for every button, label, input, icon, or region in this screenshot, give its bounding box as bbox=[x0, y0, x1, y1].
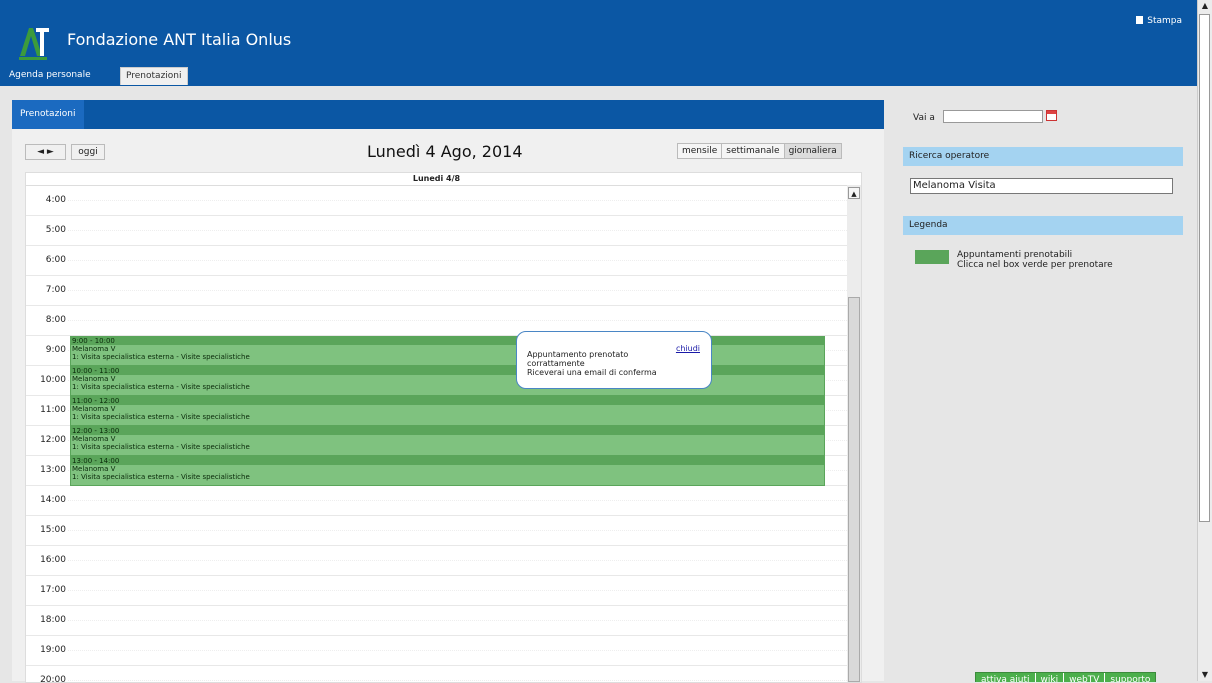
view-month-button[interactable]: mensile bbox=[678, 144, 723, 158]
view-switch: mensile settimanale giornaliera bbox=[677, 143, 842, 159]
hour-row[interactable]: 5:00 bbox=[26, 215, 847, 246]
goto-label: Vai a bbox=[913, 113, 935, 123]
hour-label: 15:00 bbox=[40, 525, 66, 535]
calendar-scrollbar-thumb[interactable] bbox=[848, 297, 860, 682]
date-title: Lunedì 4 Ago, 2014 bbox=[367, 142, 523, 161]
page-scrollbar[interactable]: ▲ ▼ bbox=[1197, 0, 1212, 681]
calendar-scroll-up-icon[interactable]: ▲ bbox=[848, 187, 860, 199]
hour-label: 16:00 bbox=[40, 555, 66, 565]
calendar-picker-icon[interactable] bbox=[1046, 110, 1057, 121]
hour-label: 10:00 bbox=[40, 375, 66, 385]
view-week-button[interactable]: settimanale bbox=[722, 144, 785, 158]
confirmation-popup: chiudi Appuntamento prenotato corrattame… bbox=[516, 331, 712, 389]
popup-line: corrattamente bbox=[527, 359, 585, 368]
half-hour-line bbox=[68, 560, 847, 561]
appointment-slot[interactable]: 13:00 - 14:00 Melanoma V 1: Visita special… bbox=[70, 456, 825, 486]
half-hour-line bbox=[68, 200, 847, 201]
tab-agenda-personale[interactable]: Agenda personale bbox=[4, 67, 96, 84]
hour-row[interactable]: 6:00 bbox=[26, 245, 847, 276]
scroll-down-icon[interactable]: ▼ bbox=[1198, 669, 1212, 681]
popup-line: Appuntamento prenotato bbox=[527, 350, 629, 359]
legend-title: Legenda bbox=[903, 216, 1183, 235]
hour-row[interactable]: 17:00 bbox=[26, 575, 847, 606]
appointment-description: 1: Visita specialistica esterna - Visite… bbox=[72, 443, 250, 451]
tab-prenotazioni[interactable]: Prenotazioni bbox=[120, 67, 188, 85]
popup-close-link[interactable]: chiudi bbox=[676, 344, 700, 353]
hour-row[interactable]: 19:00 bbox=[26, 635, 847, 666]
popup-line: Riceverai una email di conferma bbox=[527, 368, 657, 377]
calendar-scrollbar[interactable]: ▲ bbox=[847, 185, 861, 682]
hour-label: 11:00 bbox=[40, 405, 66, 415]
hour-row[interactable]: 7:00 bbox=[26, 275, 847, 306]
popup-message: Appuntamento prenotato corrattamente Ric… bbox=[527, 350, 657, 377]
hour-row[interactable]: 15:00 bbox=[26, 515, 847, 546]
print-icon bbox=[1136, 16, 1144, 24]
half-hour-line bbox=[68, 530, 847, 531]
day-calendar: Lunedi 4/8 4:00 5:00 6:00 7:00 8:00 9:00 10:00… bbox=[25, 172, 862, 683]
half-hour-line bbox=[68, 590, 847, 591]
hour-row[interactable]: 16:00 bbox=[26, 545, 847, 576]
hour-label: 17:00 bbox=[40, 585, 66, 595]
legend-line: Clicca nel box verde per prenotare bbox=[957, 260, 1113, 270]
legend-text: Appuntamenti prenotabili Clicca nel box … bbox=[957, 250, 1113, 270]
half-hour-line bbox=[68, 620, 847, 621]
hour-label: 19:00 bbox=[40, 645, 66, 655]
legend-swatch bbox=[915, 250, 949, 264]
hour-label: 4:00 bbox=[45, 195, 66, 205]
appointment-time: 13:00 - 14:00 bbox=[71, 457, 824, 465]
scrollbar-thumb[interactable] bbox=[1199, 14, 1210, 522]
hour-label: 18:00 bbox=[40, 615, 66, 625]
hour-label: 6:00 bbox=[45, 255, 66, 265]
hour-row[interactable]: 20:00 bbox=[26, 665, 847, 683]
print-label: Stampa bbox=[1147, 16, 1182, 26]
print-button[interactable]: Stampa bbox=[1136, 16, 1182, 26]
hour-label: 13:00 bbox=[40, 465, 66, 475]
appointment-time: 11:00 - 12:00 bbox=[71, 397, 824, 405]
hour-label: 9:00 bbox=[45, 345, 66, 355]
hour-label: 12:00 bbox=[40, 435, 66, 445]
half-hour-line bbox=[68, 650, 847, 651]
scroll-up-icon[interactable]: ▲ bbox=[1198, 0, 1212, 12]
operator-search-title: Ricerca operatore bbox=[903, 147, 1183, 166]
appointment-time: 12:00 - 13:00 bbox=[71, 427, 824, 435]
calendar-grid[interactable]: 4:00 5:00 6:00 7:00 8:00 9:00 10:00 11:00 12:00 1… bbox=[26, 185, 847, 682]
prev-next-button[interactable]: ◄ ► bbox=[25, 144, 66, 160]
appointment-slot[interactable]: 12:00 - 13:00 Melanoma V 1: Visita special… bbox=[70, 426, 825, 456]
appointment-name: Melanoma V bbox=[72, 435, 116, 443]
half-hour-line bbox=[68, 260, 847, 261]
appointment-description: 1: Visita specialistica esterna - Visite… bbox=[72, 473, 250, 481]
appointment-name: Melanoma V bbox=[72, 405, 116, 413]
view-day-button[interactable]: giornaliera bbox=[784, 144, 841, 158]
half-hour-line bbox=[68, 290, 847, 291]
main-panel-bar bbox=[12, 100, 884, 129]
half-hour-line bbox=[68, 500, 847, 501]
hour-row[interactable]: 8:00 bbox=[26, 305, 847, 336]
hour-label: 7:00 bbox=[45, 285, 66, 295]
hour-label: 5:00 bbox=[45, 225, 66, 235]
ant-logo bbox=[16, 20, 50, 62]
hour-row[interactable]: 4:00 bbox=[26, 185, 847, 216]
appointment-slot[interactable]: 11:00 - 12:00 Melanoma V 1: Visita special… bbox=[70, 396, 825, 426]
hour-row[interactable]: 18:00 bbox=[26, 605, 847, 636]
operator-search-input[interactable]: Melanoma Visita bbox=[910, 178, 1173, 194]
hour-row[interactable]: 14:00 bbox=[26, 485, 847, 516]
appointment-name: Melanoma V bbox=[72, 465, 116, 473]
legend-line: Appuntamenti prenotabili bbox=[957, 250, 1073, 260]
hour-label: 8:00 bbox=[45, 315, 66, 325]
today-button[interactable]: oggi bbox=[71, 144, 105, 160]
hour-label: 20:00 bbox=[40, 675, 66, 683]
app-title: Fondazione ANT Italia Onlus bbox=[67, 30, 292, 49]
hour-label: 14:00 bbox=[40, 495, 66, 505]
half-hour-line bbox=[68, 320, 847, 321]
goto-date-input[interactable] bbox=[943, 110, 1043, 123]
appointment-description: 1: Visita specialistica esterna - Visite… bbox=[72, 413, 250, 421]
half-hour-line bbox=[68, 230, 847, 231]
appointment-description: 1: Visita specialistica esterna - Visite… bbox=[72, 383, 250, 391]
main-tab-prenotazioni[interactable]: Prenotazioni bbox=[12, 100, 84, 129]
